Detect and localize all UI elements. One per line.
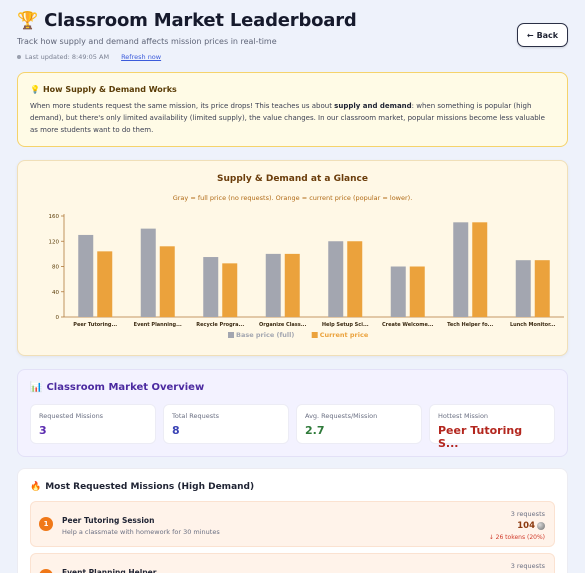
- y-tick-label: 0: [56, 315, 60, 321]
- bar-chart: 0 40 80 120 160 Peer Tutoring... Event Plannin…: [49, 214, 564, 339]
- demand-title: Most Requested Missions (High Demand): [45, 482, 255, 492]
- fire-icon: 🔥: [30, 482, 42, 492]
- page-subtitle: Track how supply and demand affects miss…: [17, 37, 277, 46]
- mission-list: 1 Peer Tutoring Session Help a classmate w…: [30, 501, 555, 573]
- stat-value: 8: [172, 424, 180, 437]
- bar-current-price: [284, 253, 300, 317]
- x-tick-label: Event Planning...: [134, 322, 182, 328]
- stat-card: Avg. Requests/Mission 2.7: [296, 404, 422, 444]
- stat-card: Requested Missions 3: [30, 404, 156, 444]
- stat-value: Peer Tutoring S...: [438, 424, 523, 450]
- mission-row[interactable]: 2 Event Planning Helper 3 requests: [30, 553, 555, 573]
- last-updated-text: Last updated: 8:49:05 AM: [25, 53, 110, 61]
- legend-swatch-base: [228, 332, 234, 338]
- info-title-row: 💡 How Supply & Demand Works: [30, 85, 555, 94]
- y-tick-label: 120: [49, 239, 60, 245]
- legend-label-current: Current price: [320, 331, 369, 339]
- overview-title: Classroom Market Overview: [46, 382, 205, 393]
- bar-base-price: [328, 241, 344, 317]
- y-tick-label: 40: [52, 290, 59, 296]
- stat-label: Requested Missions: [39, 412, 104, 420]
- info-body-bold: supply and demand: [334, 102, 412, 110]
- bar-base-price: [515, 260, 531, 317]
- x-tick-label: Organize Class...: [259, 322, 306, 328]
- mission-price-value: 104: [517, 521, 535, 531]
- token-coin-icon: [537, 522, 545, 530]
- bar-base-price: [453, 222, 469, 317]
- bar-chart-icon: 📊: [30, 382, 43, 393]
- mission-row[interactable]: 1 Peer Tutoring Session Help a classmate w…: [30, 501, 555, 547]
- mission-name: Peer Tutoring Session: [62, 516, 155, 525]
- bar-base-price: [265, 253, 281, 317]
- mission-requests: 3 requests: [510, 510, 545, 518]
- info-box: 💡 How Supply & Demand Works When more st…: [17, 72, 568, 147]
- stat-card: Total Requests 8: [163, 404, 289, 444]
- y-tick-label: 80: [52, 265, 59, 271]
- rank-badge: 1: [39, 517, 53, 531]
- mission-requests: 3 requests: [510, 562, 545, 570]
- info-body: When more students request the same miss…: [30, 100, 555, 136]
- bar-base-price: [140, 228, 156, 317]
- bar-current-price: [159, 246, 175, 317]
- mission-price: 104: [517, 521, 545, 531]
- demand-title-row: 🔥 Most Requested Missions (High Demand): [30, 482, 555, 492]
- overview-title-row: 📊 Classroom Market Overview: [30, 382, 555, 393]
- bar-base-price: [78, 234, 94, 317]
- x-tick-label: Recycle Progra...: [196, 322, 244, 328]
- mission-name: Event Planning Helper: [62, 568, 157, 573]
- stat-label: Total Requests: [172, 412, 220, 420]
- bar-base-price: [203, 257, 219, 317]
- bar-base-price: [390, 266, 406, 317]
- back-button[interactable]: ← Back: [517, 23, 568, 47]
- bar-current-price: [97, 251, 113, 317]
- stat-label: Hottest Mission: [438, 412, 489, 420]
- arrow-left-icon: ←: [526, 30, 534, 40]
- stat-label: Avg. Requests/Mission: [305, 412, 378, 420]
- title-row: 🏆 Classroom Market Leaderboard: [17, 10, 568, 31]
- page-title: Classroom Market Leaderboard: [44, 10, 357, 31]
- stat-card: Hottest Mission Peer Tutoring S...: [429, 404, 555, 450]
- header: 🏆 Classroom Market Leaderboard Track how…: [17, 10, 568, 62]
- info-body-text-1: When more students request the same miss…: [30, 102, 335, 110]
- x-tick-label: Create Welcome...: [382, 322, 434, 328]
- x-tick-label: Tech Helper fo...: [447, 322, 493, 328]
- bar-current-price: [347, 241, 363, 317]
- rank-badge: 2: [39, 569, 53, 573]
- bar-current-price: [472, 222, 488, 317]
- trophy-icon: 🏆: [17, 10, 39, 31]
- x-tick-label: Peer Tutoring...: [73, 322, 117, 328]
- legend-swatch-current: [311, 332, 318, 338]
- legend-label-base: Base price (full): [236, 331, 294, 339]
- refresh-link[interactable]: Refresh now: [121, 53, 161, 61]
- most-requested-section: 🔥 Most Requested Missions (High Demand) …: [17, 468, 568, 573]
- stat-value: 3: [39, 424, 47, 437]
- bar-current-price: [409, 266, 425, 317]
- lightbulb-icon: 💡: [30, 85, 40, 94]
- x-tick-label: Lunch Monitor...: [510, 322, 556, 328]
- mission-description: Help a classmate with homework for 30 mi…: [62, 528, 220, 536]
- market-overview: 📊 Classroom Market Overview Requested Mi…: [17, 369, 568, 457]
- price-drop: ↓ 26 tokens (20%): [488, 534, 545, 541]
- back-button-label: Back: [536, 30, 559, 40]
- overview-stats: Requested Missions 3 Total Requests 8 Avg. R…: [30, 404, 555, 450]
- chart-card: Supply & Demand at a Glance Gray = full …: [17, 160, 568, 356]
- last-updated-row: Last updated: 8:49:05 AM Refresh now: [17, 53, 568, 61]
- y-tick-label: 160: [49, 214, 60, 220]
- status-dot-icon: [17, 55, 21, 59]
- x-tick-label: Help Setup Sci...: [322, 322, 369, 328]
- stat-value: 2.7: [305, 424, 325, 437]
- bar-current-price: [534, 260, 550, 317]
- bar-current-price: [222, 263, 238, 317]
- info-title: How Supply & Demand Works: [42, 85, 177, 94]
